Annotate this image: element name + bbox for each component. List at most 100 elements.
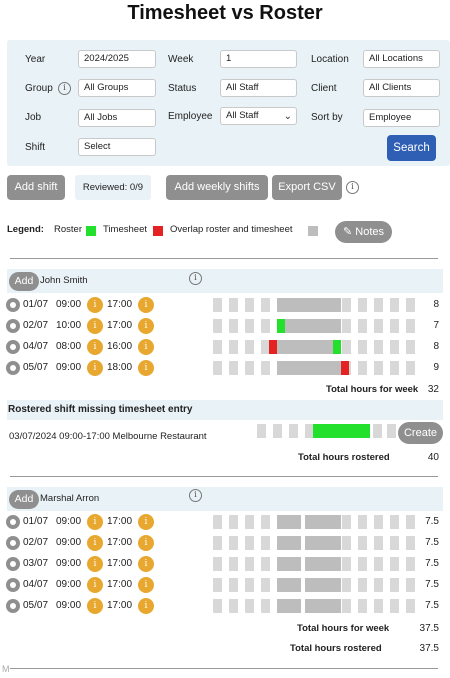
timeline-slot	[387, 424, 396, 438]
employee-name: John Smith	[40, 275, 88, 286]
select-radio[interactable]	[6, 536, 20, 550]
select-radio[interactable]	[6, 599, 20, 613]
timeline-slot	[406, 340, 415, 354]
year-label: Year	[25, 54, 46, 65]
start-info-icon[interactable]: i	[87, 556, 103, 572]
end-info-icon[interactable]: i	[138, 297, 154, 313]
shift-date: 01/07	[23, 299, 49, 310]
status-field[interactable]: All Staff	[220, 79, 297, 97]
location-field[interactable]: All Locations	[363, 50, 440, 68]
divider	[10, 668, 438, 669]
timeline-bar	[305, 515, 341, 529]
timeline-slot	[358, 557, 367, 571]
week-field[interactable]: 1	[220, 50, 297, 68]
start-info-icon[interactable]: i	[87, 577, 103, 593]
timeline-slot	[261, 319, 270, 333]
legend-timesheet-label: Timesheet	[103, 224, 147, 235]
timeline-slot	[261, 536, 270, 550]
timeline-slot	[358, 536, 367, 550]
shift-date: 03/07	[23, 558, 49, 569]
week-label: Week	[168, 54, 194, 65]
select-radio[interactable]	[6, 298, 20, 312]
end-info-icon[interactable]: i	[138, 535, 154, 551]
employee-info-icon[interactable]: i	[189, 489, 202, 502]
timeline-slot	[261, 578, 270, 592]
add-weekly-shifts-button[interactable]: Add weekly shifts	[166, 175, 268, 200]
start-info-icon[interactable]: i	[87, 360, 103, 376]
timeline-slot	[358, 599, 367, 613]
end-info-icon[interactable]: i	[138, 577, 154, 593]
timeline-slot	[261, 361, 270, 375]
timeline-slot	[390, 578, 399, 592]
year-field[interactable]: 2024/2025	[78, 50, 156, 68]
start-info-icon[interactable]: i	[87, 297, 103, 313]
end-info-icon[interactable]: i	[138, 598, 154, 614]
timeline-slot	[229, 536, 238, 550]
timeline-bar	[277, 340, 333, 354]
add-shift-button[interactable]: Add shift	[7, 175, 65, 200]
timeline-slot	[245, 578, 254, 592]
timeline-slot	[406, 599, 415, 613]
start-info-icon[interactable]: i	[87, 598, 103, 614]
timeline-slot	[358, 340, 367, 354]
timeline-slot	[229, 361, 238, 375]
timeline-slot	[406, 536, 415, 550]
start-info-icon[interactable]: i	[87, 339, 103, 355]
shift-row: 05/07 09:00 i 18:00 i 9	[0, 358, 450, 378]
shift-row: 04/07 09:00 i 17:00 i 7.5	[0, 575, 450, 595]
shift-hours: 7.5	[425, 579, 439, 590]
shift-end: 17:00	[107, 537, 133, 548]
notes-button[interactable]: ✎ Notes	[335, 221, 392, 243]
client-label: Client	[311, 83, 337, 94]
select-radio[interactable]	[6, 578, 20, 592]
roster-swatch	[86, 226, 96, 236]
start-info-icon[interactable]: i	[87, 514, 103, 530]
total-week-value: 32	[427, 384, 439, 395]
add-button[interactable]: Add	[9, 490, 39, 509]
timeline-bar	[333, 340, 341, 354]
select-radio[interactable]	[6, 361, 20, 375]
start-info-icon[interactable]: i	[87, 535, 103, 551]
group-info-icon[interactable]: i	[58, 82, 71, 95]
select-radio[interactable]	[6, 319, 20, 333]
end-info-icon[interactable]: i	[138, 556, 154, 572]
timeline-slot	[374, 340, 383, 354]
client-field[interactable]: All Clients	[363, 79, 440, 97]
select-radio[interactable]	[6, 515, 20, 529]
shift-label: Shift	[25, 142, 46, 153]
add-button[interactable]: Add	[9, 272, 39, 291]
shift-field[interactable]: Select	[78, 138, 156, 156]
end-info-icon[interactable]: i	[138, 514, 154, 530]
missing-shift-header: Rostered shift missing timesheet entry	[7, 400, 443, 420]
timeline-slot	[245, 536, 254, 550]
export-info-icon[interactable]: i	[346, 181, 359, 194]
end-info-icon[interactable]: i	[138, 339, 154, 355]
total-week-value: 37.5	[419, 623, 439, 634]
sortby-field[interactable]: Employee	[363, 109, 440, 127]
end-info-icon[interactable]: i	[138, 318, 154, 334]
select-radio[interactable]	[6, 557, 20, 571]
timeline-slot	[229, 515, 238, 529]
employee-name: Marshal Arron	[40, 493, 100, 504]
select-radio[interactable]	[6, 340, 20, 354]
timeline-slot	[374, 536, 383, 550]
timeline-slot	[245, 515, 254, 529]
total-rostered-label: Total hours rostered	[290, 643, 382, 654]
group-field[interactable]: All Groups	[78, 79, 156, 97]
employee-select[interactable]: All Staff ⌄	[220, 107, 297, 125]
timeline-slot	[342, 319, 351, 333]
search-button[interactable]: Search	[387, 135, 436, 161]
shift-end: 17:00	[107, 600, 133, 611]
employee-info-icon[interactable]: i	[189, 272, 202, 285]
job-field[interactable]: All Jobs	[78, 109, 156, 127]
export-csv-button[interactable]: Export CSV	[272, 175, 342, 200]
shift-start: 09:00	[56, 558, 82, 569]
shift-end: 17:00	[107, 558, 133, 569]
create-button[interactable]: Create	[398, 422, 443, 444]
timeline-slot	[213, 536, 222, 550]
timeline-slot	[374, 578, 383, 592]
start-info-icon[interactable]: i	[87, 318, 103, 334]
employee-header: Add Marshal Arron i	[7, 487, 443, 511]
shift-hours: 7	[433, 320, 439, 331]
end-info-icon[interactable]: i	[138, 360, 154, 376]
